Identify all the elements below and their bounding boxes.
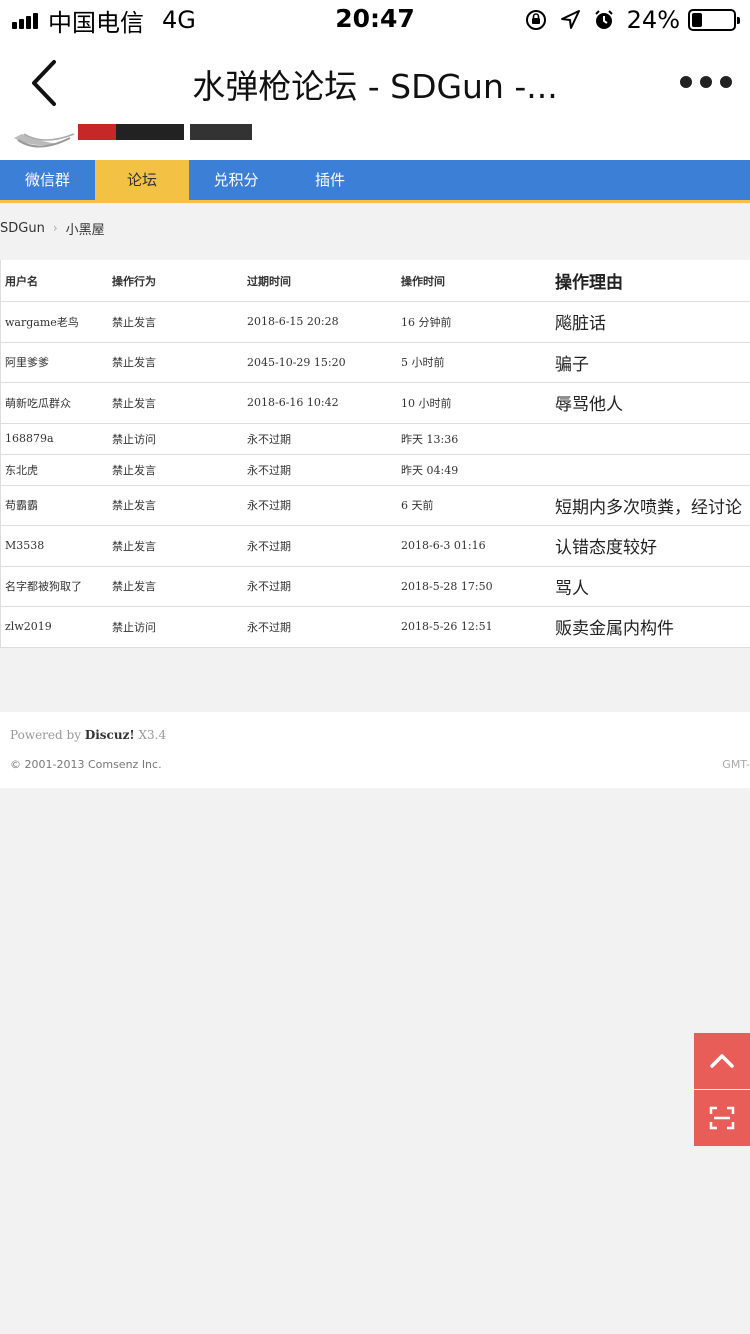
cell-username[interactable]: 168879a bbox=[5, 424, 54, 454]
tab-bar: 微信群 论坛 兑积分 插件 bbox=[0, 160, 750, 203]
breadcrumb-separator: › bbox=[52, 221, 58, 235]
tab-redeem-points[interactable]: 兑积分 bbox=[189, 160, 283, 200]
cell-reason: 骂人 bbox=[555, 578, 589, 599]
cell-reason: 认错态度较好 bbox=[555, 538, 657, 559]
cell-expire: 永不过期 bbox=[247, 539, 291, 553]
table-row: M3538 禁止发言 永不过期 2018-6-3 01:16 认错态度较好 bbox=[1, 526, 750, 567]
cell-time: 2018-6-3 01:16 bbox=[401, 539, 486, 553]
discuz-link[interactable]: Discuz! bbox=[85, 728, 135, 742]
cell-action: 禁止访问 bbox=[112, 432, 156, 446]
cell-time: 6 天前 bbox=[401, 499, 434, 513]
table-row: 名字都被狗取了 禁止发言 永不过期 2018-5-28 17:50 骂人 bbox=[1, 566, 750, 607]
copyright: © 2001-2013 Comsenz Inc. bbox=[10, 758, 162, 771]
cell-action: 禁止发言 bbox=[112, 539, 156, 553]
battery-fill bbox=[692, 13, 702, 27]
cell-action: 禁止发言 bbox=[112, 356, 156, 370]
cell-action: 禁止访问 bbox=[112, 620, 156, 634]
cell-username[interactable]: M3538 bbox=[5, 526, 44, 566]
page-title: 水弹枪论坛 - SDGun -... bbox=[192, 67, 558, 106]
header-reason: 操作理由 bbox=[555, 273, 623, 293]
ban-list-table: 用户名 操作行为 过期时间 操作时间 操作理由 wargame老鸟 禁止发言 2… bbox=[0, 260, 750, 648]
powered-by-label: Powered by bbox=[10, 728, 81, 742]
cell-expire: 永不过期 bbox=[247, 463, 291, 477]
cell-username[interactable]: zlw2019 bbox=[5, 607, 52, 647]
scan-button[interactable] bbox=[694, 1090, 750, 1146]
table-row: 168879a 禁止访问 永不过期 昨天 13:36 bbox=[1, 423, 750, 455]
cell-expire: 永不过期 bbox=[247, 432, 291, 446]
cell-expire: 永不过期 bbox=[247, 620, 291, 634]
cell-time: 10 小时前 bbox=[401, 396, 452, 410]
logo-image bbox=[14, 124, 252, 148]
scan-icon bbox=[709, 1106, 735, 1130]
cell-action: 禁止发言 bbox=[112, 315, 156, 329]
copyright-text[interactable]: © 2001-2013 Comsenz Inc. bbox=[10, 758, 162, 771]
cell-reason: 骗子 bbox=[555, 354, 589, 375]
tab-wechat-group[interactable]: 微信群 bbox=[0, 160, 95, 200]
cell-action: 禁止发言 bbox=[112, 499, 156, 513]
table-row: 苟霸霸 禁止发言 永不过期 6 天前 短期内多次喷粪，经讨论 bbox=[1, 485, 750, 526]
breadcrumb: SDGun › 小黑屋 bbox=[0, 218, 105, 238]
nav-bar: 水弹枪论坛 - SDGun -... bbox=[0, 40, 750, 124]
cell-reason: 辱骂他人 bbox=[555, 395, 623, 416]
cell-username[interactable]: 名字都被狗取了 bbox=[5, 567, 82, 607]
status-right: 24% bbox=[525, 6, 740, 34]
cell-reason: 贩卖金属内构件 bbox=[555, 619, 674, 640]
header-action: 操作行为 bbox=[112, 274, 156, 288]
status-bar: 中国电信 4G 20:47 24% bbox=[0, 0, 750, 40]
cell-expire: 永不过期 bbox=[247, 580, 291, 594]
cell-reason: 飚脏话 bbox=[555, 314, 606, 335]
version-label: X3.4 bbox=[138, 728, 167, 742]
breadcrumb-home[interactable]: SDGun bbox=[0, 221, 45, 236]
cell-username[interactable]: 阿里爹爹 bbox=[5, 343, 49, 383]
cell-time: 2018-5-28 17:50 bbox=[401, 579, 493, 593]
cell-action: 禁止发言 bbox=[112, 580, 156, 594]
table-row: zlw2019 禁止访问 永不过期 2018-5-26 12:51 贩卖金属内构… bbox=[1, 607, 750, 648]
cell-time: 5 小时前 bbox=[401, 356, 445, 370]
cell-username[interactable]: 苟霸霸 bbox=[5, 486, 38, 526]
cell-time: 2018-5-26 12:51 bbox=[401, 620, 493, 634]
more-dots-icon[interactable] bbox=[680, 72, 732, 92]
table-row: 阿里爹爹 禁止发言 2045-10-29 15:20 5 小时前 骗子 bbox=[1, 342, 750, 383]
cell-time: 昨天 04:49 bbox=[401, 463, 459, 477]
battery-icon bbox=[688, 9, 740, 31]
breadcrumb-current[interactable]: 小黑屋 bbox=[66, 219, 105, 238]
alarm-icon bbox=[594, 10, 613, 29]
cell-expire: 2045-10-29 15:20 bbox=[247, 355, 346, 369]
cell-expire: 2018-6-16 10:42 bbox=[247, 396, 339, 410]
table-row: wargame老鸟 禁止发言 2018-6-15 20:28 16 分钟前 飚脏… bbox=[1, 302, 750, 343]
cell-username[interactable]: 东北虎 bbox=[5, 455, 38, 485]
powered-by: Powered by Discuz! X3.4 bbox=[10, 728, 166, 742]
footer: Powered by Discuz! X3.4 © 2001-2013 Coms… bbox=[0, 712, 750, 788]
cell-expire: 2018-6-15 20:28 bbox=[247, 315, 339, 329]
header-username: 用户名 bbox=[5, 274, 38, 288]
table-row: 东北虎 禁止发言 永不过期 昨天 04:49 bbox=[1, 454, 750, 486]
tab-plugins[interactable]: 插件 bbox=[283, 160, 377, 200]
cell-time: 昨天 13:36 bbox=[401, 432, 459, 446]
rotation-lock-icon bbox=[525, 10, 546, 30]
chevron-up-icon bbox=[710, 1054, 734, 1068]
cell-action: 禁止发言 bbox=[112, 396, 156, 410]
back-chevron-left-icon[interactable] bbox=[22, 58, 66, 108]
cell-action: 禁止发言 bbox=[112, 463, 156, 477]
location-icon bbox=[560, 10, 580, 29]
header-expire-time: 过期时间 bbox=[247, 274, 291, 288]
battery-percent: 24% bbox=[626, 6, 680, 34]
cell-reason: 短期内多次喷粪，经讨论 bbox=[555, 497, 742, 518]
tab-forum[interactable]: 论坛 bbox=[95, 160, 189, 200]
table-row: 萌新吃瓜群众 禁止发言 2018-6-16 10:42 10 小时前 辱骂他人 bbox=[1, 383, 750, 424]
cell-time: 16 分钟前 bbox=[401, 315, 452, 329]
header-operation-time: 操作时间 bbox=[401, 274, 445, 288]
cell-expire: 永不过期 bbox=[247, 499, 291, 513]
back-to-top-button[interactable] bbox=[694, 1033, 750, 1089]
table-header-row: 用户名 操作行为 过期时间 操作时间 操作理由 bbox=[1, 260, 750, 302]
timezone-label: GMT- bbox=[722, 758, 750, 771]
cell-username[interactable]: wargame老鸟 bbox=[5, 302, 79, 342]
cell-username[interactable]: 萌新吃瓜群众 bbox=[5, 383, 71, 423]
site-logo[interactable] bbox=[0, 124, 750, 160]
